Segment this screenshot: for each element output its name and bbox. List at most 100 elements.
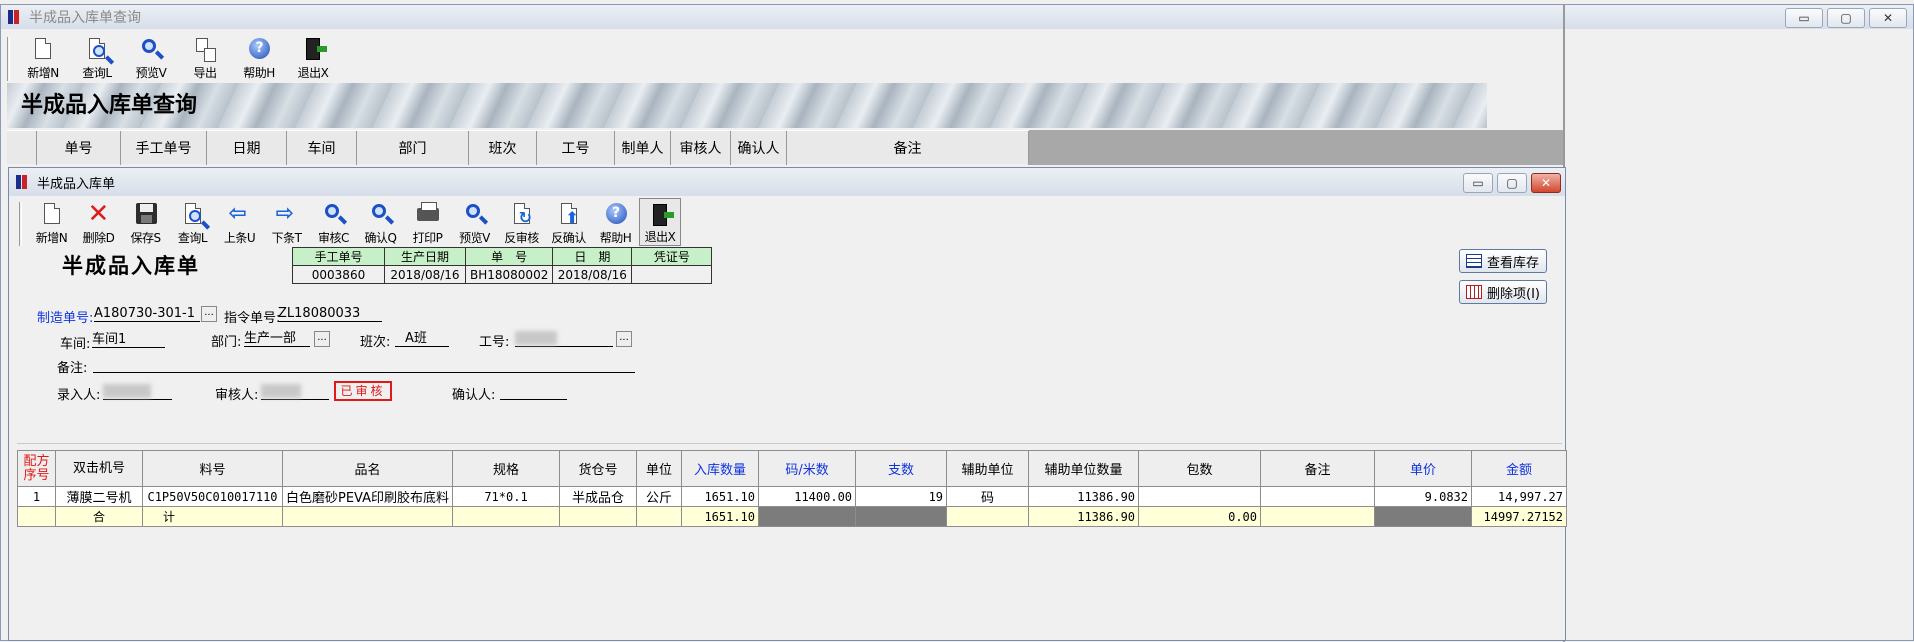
tb-new-button[interactable]: 新增N (16, 33, 70, 81)
cell-warehouse[interactable]: 半成品仓 (559, 486, 638, 507)
cell-aux-unit[interactable]: 码 (946, 486, 1030, 507)
tb-save-button[interactable]: 保存S (122, 198, 169, 246)
maximize-button[interactable]: ▢ (1497, 173, 1527, 193)
col-remark[interactable]: 备注 (1260, 450, 1376, 487)
dept-lookup-button[interactable]: ... (314, 331, 330, 347)
col-unit-price[interactable]: 单价 (1374, 450, 1473, 487)
cell-unit-price[interactable]: 9.0832 (1374, 486, 1473, 507)
hdr-doc-no-value[interactable]: BH18080002 (464, 265, 554, 284)
cell-unit[interactable]: 公斤 (636, 486, 683, 507)
cell-spec[interactable]: 71*0.1 (452, 486, 561, 507)
table-row[interactable]: 1 薄膜二号机 C1P50V50C010017110 白色磨砂PEVA印刷胶布底… (17, 486, 1568, 507)
col-item-no[interactable]: 料号 (142, 450, 283, 487)
hdr-prod-date-value[interactable]: 2018/08/16 (384, 265, 466, 284)
col-date[interactable]: 日期 (207, 131, 287, 165)
cell-aux-qty[interactable]: 11386.90 (1028, 486, 1140, 507)
toolbar-grip[interactable] (7, 37, 10, 81)
hdr-date-value[interactable]: 2018/08/16 (552, 265, 633, 284)
close-button[interactable]: ✕ (1531, 173, 1561, 193)
col-remark[interactable]: 备注 (787, 131, 1029, 165)
col-product-name[interactable]: 品名 (281, 450, 454, 487)
mfg-no-field[interactable]: A180730-301-1 (94, 305, 200, 322)
minimize-button[interactable]: ▭ (1785, 8, 1823, 28)
col-in-qty[interactable]: 入库数量 (681, 450, 760, 487)
order-no-field[interactable]: ZL18080033 (278, 305, 382, 322)
tb-help-button[interactable]: ? 帮助H (592, 198, 639, 246)
entry-window-titlebar[interactable]: 半成品入库单 ▭ ▢ ✕ (9, 168, 1565, 196)
mfg-no-lookup-button[interactable]: ... (201, 306, 217, 322)
cell-amount[interactable]: 14,997.27 (1471, 486, 1568, 507)
col-packs[interactable]: 包数 (1138, 450, 1262, 487)
minimize-button[interactable]: ▭ (1463, 173, 1493, 193)
col-worker[interactable]: 工号 (537, 131, 615, 165)
col-warehouse[interactable]: 货仓号 (559, 450, 638, 487)
worker-lookup-button[interactable]: ... (616, 331, 632, 347)
query-window-titlebar[interactable]: 半成品入库单查询 ▭ ▢ ✕ (1, 5, 1913, 29)
cell-machine[interactable]: 薄膜二号机 (55, 486, 143, 507)
worker-field[interactable] (515, 330, 613, 347)
toolbar-grip[interactable] (19, 202, 22, 246)
tb-exit-button[interactable]: 退出X (639, 198, 681, 246)
tb-print-button[interactable]: 打印P (404, 198, 451, 246)
unconfirm-icon: ⬆ (556, 202, 582, 227)
tb-delete-button[interactable]: ✕ 删除D (75, 198, 122, 246)
tb-export-button[interactable]: 导出 (178, 33, 232, 81)
tb-new-button[interactable]: 新增N (28, 198, 75, 246)
tb-help-button[interactable]: ? 帮助H (232, 33, 286, 81)
col-spec[interactable]: 规格 (452, 450, 561, 487)
tb-preview-button[interactable]: 预览V (124, 33, 178, 81)
col-auditor[interactable]: 审核人 (671, 131, 731, 165)
col-shift[interactable]: 班次 (469, 131, 537, 165)
tb-prev-button[interactable]: ⇦ 上条U (216, 198, 263, 246)
cell-seq[interactable]: 1 (17, 486, 56, 507)
cell-pieces[interactable]: 19 (855, 486, 948, 507)
col-formula-seq[interactable]: 配方序号 (17, 450, 56, 487)
tb-exit-button[interactable]: 退出X (286, 33, 340, 81)
shift-field[interactable]: A班 (395, 330, 449, 347)
view-stock-button[interactable]: 查看库存 (1459, 249, 1547, 273)
cell-product-name[interactable]: 白色磨砂PEVA印刷胶布底料 (281, 486, 454, 507)
shift-label: 班次: (360, 335, 391, 350)
redacted-auditor (261, 384, 301, 398)
total-cell-name (281, 506, 454, 527)
col-yard-meter[interactable]: 码/米数 (758, 450, 857, 487)
workshop-field[interactable]: 车间1 (92, 331, 165, 348)
tb-next-button[interactable]: ⇨ 下条T (263, 198, 310, 246)
col-manual-no[interactable]: 手工单号 (121, 131, 207, 165)
maximize-button[interactable]: ▢ (1827, 8, 1865, 28)
tb-preview-button[interactable]: 预览V (451, 198, 498, 246)
remark-field[interactable] (93, 356, 635, 373)
tb-audit-button[interactable]: 审核C (310, 198, 357, 246)
tb-unaudit-button[interactable]: ↻ 反审核 (498, 198, 545, 246)
tb-query-button[interactable]: 查询L (70, 33, 124, 81)
col-amount[interactable]: 金额 (1471, 450, 1568, 487)
col-workshop[interactable]: 车间 (287, 131, 357, 165)
col-aux-unit[interactable]: 辅助单位 (946, 450, 1030, 487)
col-confirmer[interactable]: 确认人 (731, 131, 787, 165)
cell-in-qty[interactable]: 1651.10 (681, 486, 760, 507)
workshop-label: 车间: (60, 337, 91, 352)
col-selector[interactable] (7, 131, 37, 165)
col-no[interactable]: 单号 (37, 131, 121, 165)
close-button[interactable]: ✕ (1869, 8, 1907, 28)
delete-item-button[interactable]: 删除项(I) (1459, 280, 1547, 304)
cell-yard-meter[interactable]: 11400.00 (758, 486, 857, 507)
tb-unconfirm-button[interactable]: ⬆ 反确认 (545, 198, 592, 246)
tb-confirm-button[interactable]: 确认Q (357, 198, 404, 246)
dept-field[interactable]: 生产一部 (244, 330, 310, 347)
remark-label: 备注: (57, 361, 88, 376)
cell-remark[interactable] (1260, 486, 1376, 507)
entry-user-label: 录入人: (57, 388, 101, 403)
cell-item-no[interactable]: C1P50V50C010017110 (142, 486, 283, 507)
export-icon (192, 37, 218, 62)
col-pieces[interactable]: 支数 (855, 450, 948, 487)
col-dept[interactable]: 部门 (357, 131, 469, 165)
hdr-voucher-value[interactable] (631, 265, 713, 284)
col-creator[interactable]: 制单人 (615, 131, 671, 165)
col-machine-no[interactable]: 双击机号 (55, 450, 143, 487)
tb-query-button[interactable]: 查询L (169, 198, 216, 246)
col-unit[interactable]: 单位 (636, 450, 683, 487)
hdr-manual-no-value[interactable]: 0003860 (292, 265, 385, 284)
col-aux-qty[interactable]: 辅助单位数量 (1028, 450, 1140, 487)
cell-packs[interactable] (1138, 486, 1262, 507)
